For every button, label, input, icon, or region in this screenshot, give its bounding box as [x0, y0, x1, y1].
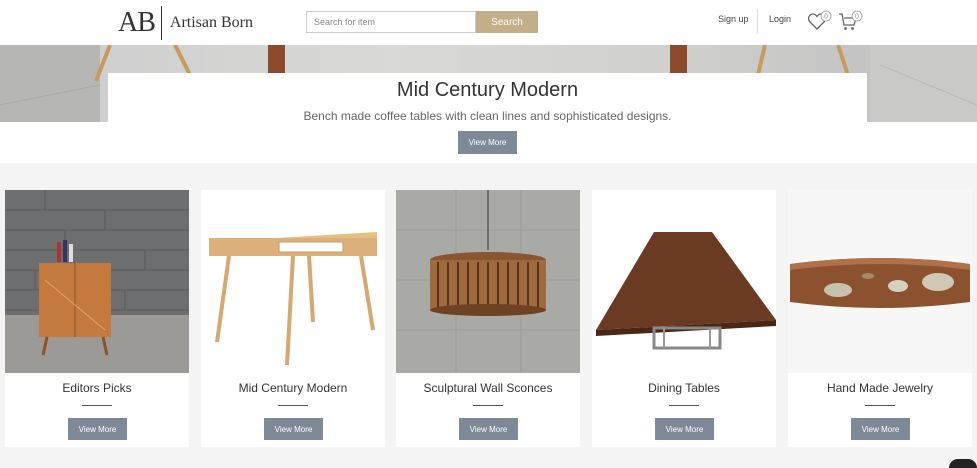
site-header: AB Artisan Born Search Sign up Login 0 0: [0, 0, 977, 45]
view-more-button[interactable]: View More: [264, 418, 323, 440]
category-card-dining-tables[interactable]: Dining Tables View More: [592, 190, 776, 447]
wishlist-count: 0: [824, 14, 828, 21]
title-underline: [669, 405, 699, 406]
dining-tables-image[interactable]: [592, 190, 776, 373]
title-underline: [278, 405, 308, 406]
dining-table-photo: [592, 190, 776, 373]
pendant-lamp-photo: [396, 190, 580, 373]
category-title: Mid Century Modern: [238, 381, 348, 395]
view-more-button[interactable]: View More: [851, 418, 910, 440]
wishlist-button[interactable]: 0: [807, 10, 832, 32]
category-card-sculptural-wall-sconces[interactable]: Sculptural Wall Sconces View More: [396, 190, 580, 447]
category-title: Hand Made Jewelry: [826, 381, 934, 395]
bracelet-photo: [788, 190, 972, 373]
cart-count: 0: [855, 14, 859, 21]
category-card-hand-made-jewelry[interactable]: Hand Made Jewelry View More: [788, 190, 972, 447]
view-more-button[interactable]: View More: [655, 418, 714, 440]
wall-sconces-image[interactable]: [396, 190, 580, 373]
desk-photo: [201, 190, 385, 373]
signup-link[interactable]: Sign up: [718, 14, 749, 24]
title-underline: [865, 405, 895, 406]
hero-title: Mid Century Modern: [396, 79, 579, 101]
heart-icon: 0: [807, 10, 832, 30]
search-input[interactable]: [306, 11, 476, 33]
logo-divider: [160, 6, 162, 40]
view-more-button[interactable]: View More: [459, 418, 518, 440]
site-logo[interactable]: AB Artisan Born: [118, 6, 253, 40]
category-title: Sculptural Wall Sconces: [423, 381, 553, 395]
cart-button[interactable]: 0: [838, 10, 864, 32]
category-card-mid-century-modern[interactable]: Mid Century Modern View More: [201, 190, 385, 447]
logo-name: Artisan Born: [169, 14, 254, 31]
chat-widget-button[interactable]: [949, 459, 977, 468]
editors-picks-image[interactable]: [5, 190, 189, 373]
logo-mark: AB: [118, 7, 156, 38]
category-title: Editors Picks: [62, 381, 132, 395]
mid-century-image[interactable]: [201, 190, 385, 373]
hand-made-jewelry-image[interactable]: [788, 190, 972, 373]
hero-subtitle: Bench made coffee tables with clean line…: [303, 109, 672, 123]
category-title: Dining Tables: [648, 381, 720, 395]
search-bar: Search: [306, 11, 538, 33]
login-link[interactable]: Login: [769, 14, 791, 24]
search-button[interactable]: Search: [476, 11, 538, 33]
title-underline: [82, 405, 112, 406]
title-underline: [473, 405, 503, 406]
hero-view-more-button[interactable]: View More: [458, 131, 517, 154]
view-more-button[interactable]: View More: [68, 418, 127, 440]
cabinet-photo: [5, 190, 189, 373]
header-divider: [757, 9, 758, 33]
cart-icon: 0: [839, 10, 863, 30]
category-card-editors-picks[interactable]: Editors Picks View More: [5, 190, 189, 447]
